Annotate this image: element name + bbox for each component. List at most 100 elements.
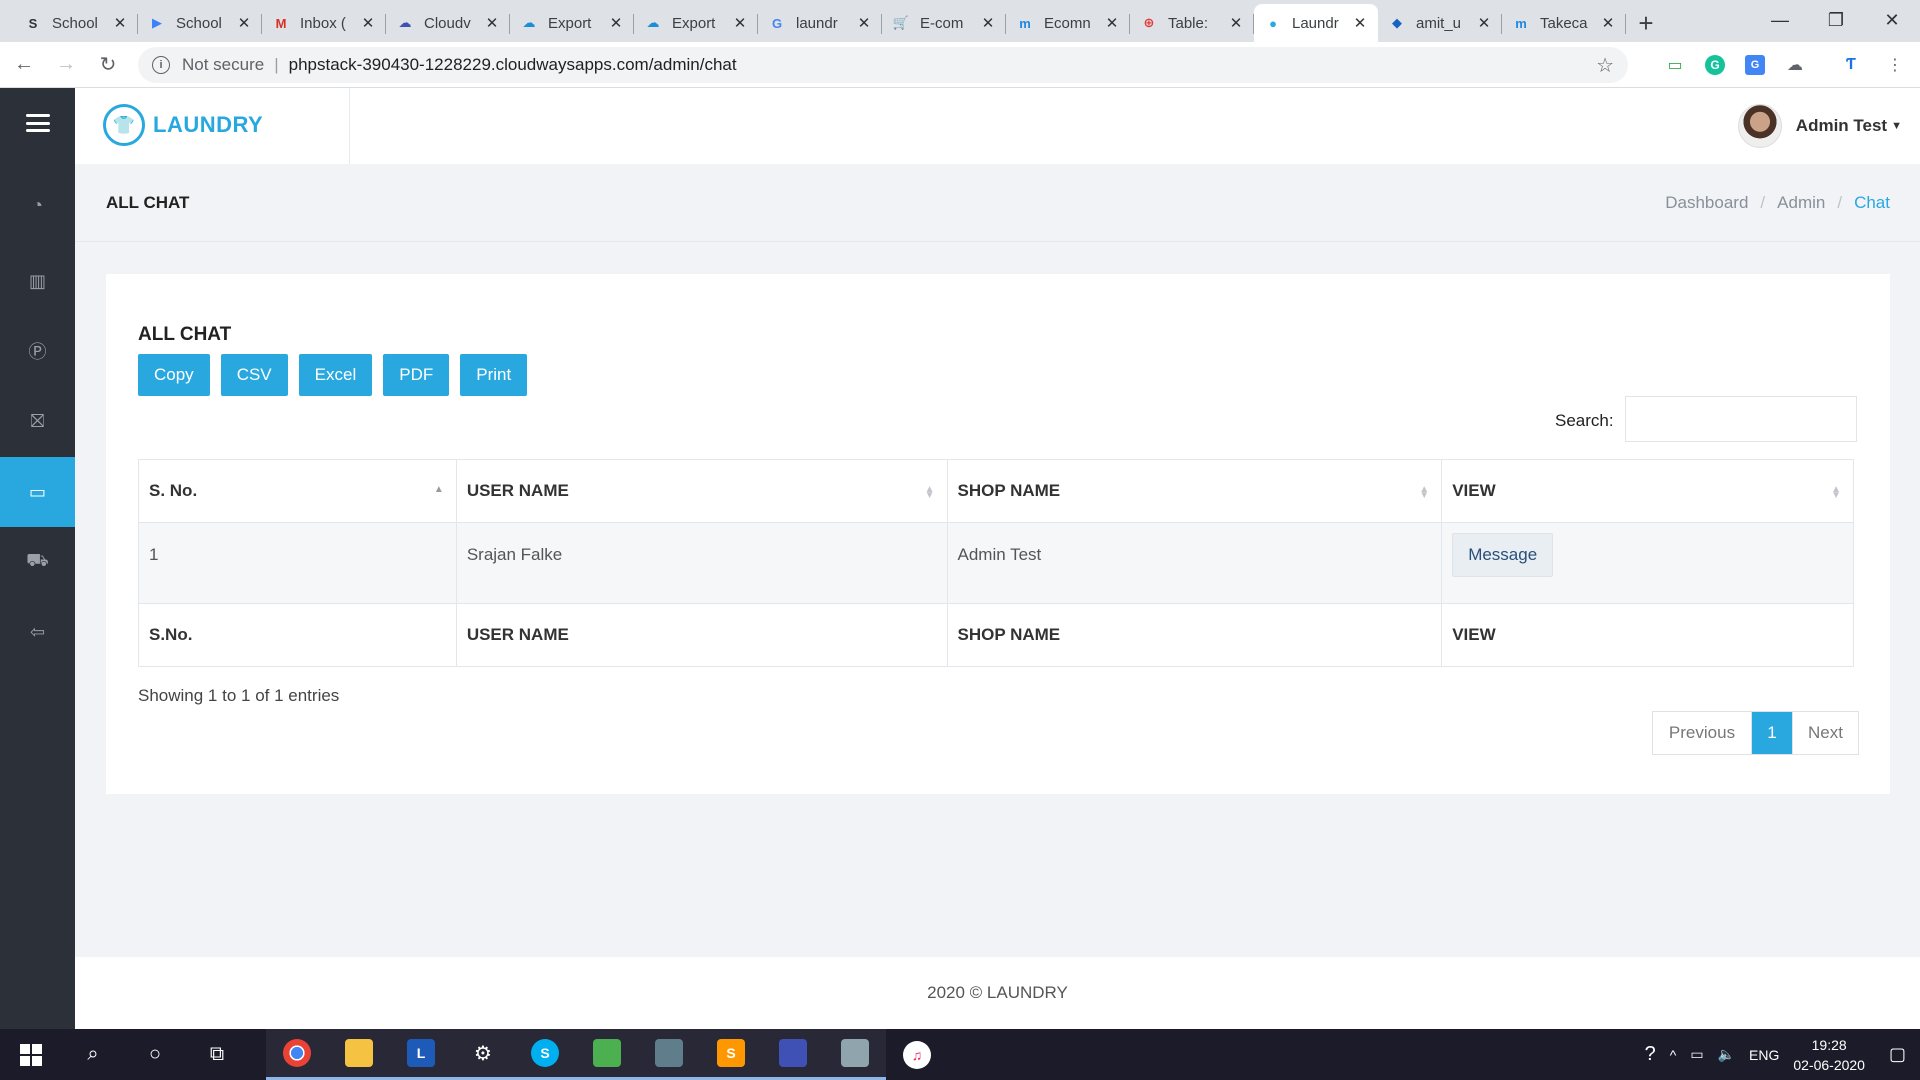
column-header-view[interactable]: VIEW ▲ ▼ (1441, 459, 1854, 523)
browser-tab[interactable]: 🛒 E-com ✕ (882, 4, 1006, 42)
itunes-icon[interactable]: ♫ (886, 1029, 948, 1080)
footer-header-user-name: USER NAME (455, 603, 948, 667)
column-header-sno[interactable]: S. No. ▲ (138, 459, 457, 523)
caret-down-icon: ▼ (1891, 120, 1902, 132)
browser-tab[interactable]: ⊕ Table: ✕ (1130, 4, 1254, 42)
grammarly-extension-icon[interactable]: G (1700, 50, 1730, 80)
breadcrumb-separator: / (1760, 193, 1766, 212)
tab-close-icon[interactable]: ✕ (360, 14, 376, 32)
profile-icon[interactable]: Ƭ (1836, 50, 1866, 80)
chevron-up-icon[interactable]: ^ (1670, 1047, 1677, 1063)
csv-button[interactable]: CSV (220, 354, 288, 396)
remote-desktop-icon[interactable] (638, 1029, 700, 1080)
reload-icon[interactable]: ↻ (90, 47, 126, 83)
browser-menu-icon[interactable]: ⋮ (1880, 50, 1910, 80)
sidebar-item-payments[interactable]: Ⓟ (0, 316, 75, 386)
browser-tab[interactable]: ◆ amit_u ✕ (1378, 4, 1502, 42)
browser-tab[interactable]: ● Laundr ✕ (1254, 4, 1378, 42)
tab-close-icon[interactable]: ✕ (1228, 14, 1244, 32)
cloud-extension-icon[interactable]: ☁ (1780, 50, 1810, 80)
tab-close-icon[interactable]: ✕ (1104, 14, 1120, 32)
skype-icon[interactable]: S (514, 1029, 576, 1080)
browser-tab[interactable]: ☁ Cloudv ✕ (386, 4, 510, 42)
help-icon[interactable]: ? (1645, 1043, 1656, 1066)
sidebar-item-logout[interactable]: ⇦ (0, 597, 75, 667)
network-app-icon[interactable] (762, 1029, 824, 1080)
info-icon[interactable]: i (152, 56, 170, 74)
tab-close-icon[interactable]: ✕ (1352, 14, 1368, 32)
cortana-icon[interactable]: ○ (124, 1029, 186, 1080)
column-header-user-name[interactable]: USER NAME ▲ ▼ (455, 459, 948, 523)
search-icon[interactable]: ⌕ (62, 1029, 124, 1080)
browser-tab[interactable]: ☁ Export ✕ (634, 4, 758, 42)
tab-close-icon[interactable]: ✕ (856, 14, 872, 32)
browser-tab[interactable]: ☁ Export ✕ (510, 4, 634, 42)
tv-extension-icon[interactable]: ▭ (1660, 50, 1690, 80)
maximize-icon[interactable]: ❐ (1808, 0, 1864, 40)
start-button[interactable] (0, 1029, 62, 1080)
excel-button[interactable]: Excel (298, 354, 373, 396)
notification-icon[interactable]: ▢ (1889, 1044, 1906, 1065)
tab-close-icon[interactable]: ✕ (1476, 14, 1492, 32)
tab-close-icon[interactable]: ✕ (732, 14, 748, 32)
page-footer: 2020 © LAUNDRY (75, 957, 1920, 1029)
browser-tab[interactable]: m Takeca ✕ (1502, 4, 1626, 42)
omnibox-divider: | (274, 55, 279, 74)
sidebar-item-offers[interactable]: ⛝ (0, 386, 75, 456)
monitor-app-icon[interactable] (824, 1029, 886, 1080)
tab-close-icon[interactable]: ✕ (608, 14, 624, 32)
browser-tab[interactable]: S School ✕ (14, 4, 138, 42)
volume-icon[interactable]: 🔈 (1718, 1046, 1735, 1063)
sidebar-item-orders[interactable]: ⛟ (0, 527, 75, 597)
search-label: Search: (1555, 411, 1614, 430)
browser-tab[interactable]: M Inbox (✕ (262, 4, 386, 42)
pdf-button[interactable]: PDF (383, 354, 450, 396)
print-button[interactable]: Print (460, 354, 528, 396)
forward-icon[interactable]: → (48, 47, 84, 83)
network-icon[interactable]: ▭ (1690, 1046, 1703, 1063)
tab-title: laundr (796, 14, 838, 32)
user-menu[interactable]: Admin Test ▼ (1737, 104, 1902, 148)
clock[interactable]: 19:28 02-06-2020 (1793, 1035, 1865, 1075)
tab-favicon-icon: M (275, 15, 287, 31)
browser-tab[interactable]: m Ecomn ✕ (1006, 4, 1130, 42)
column-header-shop-name[interactable]: SHOP NAME ▲ ▼ (946, 459, 1443, 523)
breadcrumb-admin[interactable]: Admin (1777, 193, 1825, 213)
sidebar-item-dashboard[interactable]: ◔ (0, 170, 75, 240)
tab-close-icon[interactable]: ✕ (1600, 14, 1616, 32)
menu-toggle-button[interactable] (0, 88, 75, 158)
previous-page-button[interactable]: Previous (1653, 712, 1752, 754)
file-explorer-icon[interactable] (328, 1029, 390, 1080)
new-tab-button[interactable]: + (1626, 4, 1666, 42)
settings-gear-icon[interactable]: ⚙ (452, 1029, 514, 1080)
message-button[interactable]: Message (1452, 533, 1554, 577)
task-view-icon[interactable]: ⧉ (186, 1029, 248, 1080)
minimize-icon[interactable]: — (1752, 0, 1808, 40)
close-window-icon[interactable]: ✕ (1864, 0, 1920, 40)
lync-icon[interactable]: L (390, 1029, 452, 1080)
tab-close-icon[interactable]: ✕ (980, 14, 996, 32)
tab-close-icon[interactable]: ✕ (112, 14, 128, 32)
omnibox[interactable]: i Not secure | phpstack-390430-1228229.c… (138, 47, 1628, 83)
browser-tab[interactable]: Glaundr ✕ (758, 4, 882, 42)
sublime-text-icon[interactable]: S (700, 1029, 762, 1080)
copy-button[interactable]: Copy (138, 354, 210, 396)
app-logo[interactable]: 👕 LAUNDRY (103, 104, 263, 146)
browser-tab[interactable]: ▶ School ✕ (138, 4, 262, 42)
tab-close-icon[interactable]: ✕ (484, 14, 500, 32)
chrome-icon[interactable] (266, 1029, 328, 1080)
tab-close-icon[interactable]: ✕ (236, 14, 252, 32)
language-indicator[interactable]: ENG (1749, 1047, 1779, 1063)
table-header-row: S. No. ▲ USER NAME ▲ ▼ SHOP NAME ▲ ▼ VIEW ▲ ▼ (138, 459, 1854, 523)
page-1-button[interactable]: 1 (1752, 712, 1792, 754)
back-icon[interactable]: ← (6, 47, 42, 83)
bookmark-star-icon[interactable]: ☆ (1596, 53, 1614, 78)
url-text[interactable]: phpstack-390430-1228229.cloudwaysapps.co… (289, 55, 737, 75)
sidebar-item-layout[interactable]: ▥ (0, 246, 75, 316)
translate-extension-icon[interactable]: G (1740, 50, 1770, 80)
sidebar-item-chat[interactable]: ▭ (0, 457, 75, 527)
breadcrumb-dashboard[interactable]: Dashboard (1665, 193, 1748, 213)
next-page-button[interactable]: Next (1792, 712, 1858, 754)
photos-icon[interactable] (576, 1029, 638, 1080)
search-input[interactable] (1625, 396, 1857, 442)
